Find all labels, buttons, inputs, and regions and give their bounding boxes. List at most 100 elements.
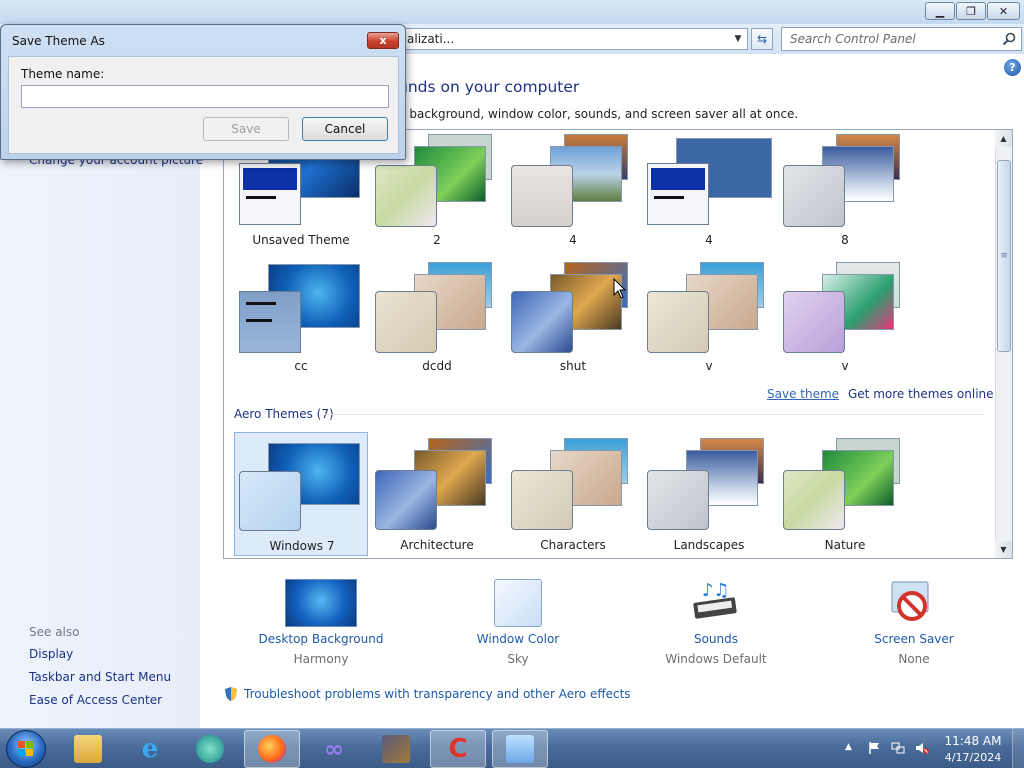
clock-date[interactable]: 4/17/2024 [940,751,1006,764]
taskbar-control-panel[interactable] [492,730,548,768]
chevron-down-icon[interactable]: ▼ [731,31,745,47]
firefox-icon [258,735,286,763]
taskbar-ccleaner[interactable]: C [430,730,486,768]
control-panel-icon [506,735,534,763]
flag-icon[interactable] [867,741,881,755]
restore-button[interactable]: ❐ [956,2,986,20]
volume-muted-icon[interactable] [915,741,929,755]
theme-label: dcdd [422,359,452,373]
theme-v-b[interactable]: v [778,258,912,382]
theme-label: Landscapes [673,538,745,552]
taskbar-chat-app[interactable] [182,730,238,768]
window-color-value: Sky [507,652,529,666]
dialog-close-button[interactable]: x [367,32,399,49]
taskbar-explorer[interactable] [60,730,116,768]
ease-of-access-link[interactable]: Ease of Access Center [29,693,162,707]
refresh-icon: ⇆ [756,32,768,46]
desktop-background-icon[interactable] [285,579,357,627]
search-placeholder: Search Control Panel [790,32,916,46]
title-bar[interactable] [0,0,1024,24]
window-color-link[interactable]: Window Color [438,632,598,646]
characters-theme-icon [375,291,437,353]
minimize-icon: ▁ [935,4,945,18]
theme-label: 4 [569,233,577,247]
theme-label: 4 [705,233,713,247]
theme-architecture[interactable]: Architecture [370,432,504,556]
save-button[interactable]: Save [203,117,289,141]
window-color-icon[interactable] [494,579,542,627]
theme-label: Characters [540,538,606,552]
theme-4b[interactable]: 4 [642,130,776,254]
refresh-button[interactable]: ⇆ [751,28,773,50]
theme-shut[interactable]: shut [506,258,640,382]
taskbar-infinity-app[interactable]: ∞ [306,730,362,768]
network-icon[interactable] [891,741,905,755]
scroll-thumb[interactable]: ≡ [997,160,1011,352]
close-icon: ✕ [998,4,1009,18]
ccleaner-icon: C [448,734,468,764]
theme-nature[interactable]: Nature [778,432,912,556]
troubleshoot-link[interactable]: Troubleshoot problems with transparency … [244,687,631,701]
architecture-theme-icon [375,470,437,530]
grip-icon: ≡ [1000,251,1008,261]
chevron-up-icon: ▲ [845,742,852,752]
theme-8[interactable]: 8 [778,130,912,254]
get-more-themes-link[interactable]: Get more themes online [848,387,994,401]
scroll-down-button[interactable]: ▼ [995,541,1012,558]
scroll-up-button[interactable]: ▲ [995,130,1012,147]
sunset-landscape-theme-icon [783,165,845,227]
dialog-body: Theme name: Save Cancel [8,56,399,154]
theme-dcdd[interactable]: dcdd [370,258,504,382]
windows7-basic-theme-icon [239,291,301,353]
save-theme-link[interactable]: Save theme [767,387,839,401]
search-icon[interactable] [1001,31,1017,47]
theme-landscapes[interactable]: Landscapes [642,432,776,556]
taskbar-archiver[interactable] [368,730,424,768]
theme-label: 8 [841,233,849,247]
theme-windows-7[interactable]: Windows 7 [234,432,368,556]
close-button[interactable]: ✕ [987,2,1020,20]
display-link[interactable]: Display [29,647,73,661]
green-abstract-theme-icon [375,165,437,227]
taskbar-start-menu-link[interactable]: Taskbar and Start Menu [29,670,171,684]
theme-label: Windows 7 [269,539,335,553]
windows-7-theme-icon [239,471,301,531]
sounds-icon[interactable]: ♪♫ [690,578,742,628]
show-desktop-button[interactable] [1012,729,1024,768]
theme-4a[interactable]: 4 [506,130,640,254]
characters-theme-icon [511,470,573,530]
theme-characters[interactable]: Characters [506,432,640,556]
theme-name-input[interactable] [21,85,389,108]
chevron-down-icon: ▼ [1000,545,1007,554]
landscape-lighthouse-theme-icon [511,165,573,227]
sounds-link[interactable]: Sounds [636,632,796,646]
theme-cc[interactable]: cc [234,258,368,382]
minimize-button[interactable]: ▁ [925,2,955,20]
cancel-button[interactable]: Cancel [302,117,388,141]
clock-time[interactable]: 11:48 AM [940,734,1006,748]
theme-v-a[interactable]: v [642,258,776,382]
screen-saver-value: None [898,652,930,666]
chevron-up-icon: ▲ [1000,134,1007,143]
archive-books-icon [382,735,410,763]
desktop-background-value: Harmony [293,652,349,666]
taskbar-firefox[interactable] [244,730,300,768]
search-input[interactable]: Search Control Panel [781,27,1022,51]
theme-name-label: Theme name: [21,67,105,81]
theme-label: v [841,359,849,373]
start-button[interactable] [6,730,46,768]
screen-saver-icon[interactable] [888,578,938,628]
desktop-background-link[interactable]: Desktop Background [241,632,401,646]
page-description: p background, window color, sounds, and … [398,107,799,121]
theme-label: Nature [824,538,866,552]
save-theme-dialog: Save Theme As x Theme name: Save Cancel [0,24,406,160]
taskbar-internet-explorer[interactable]: e [122,730,178,768]
show-hidden-icons-button[interactable]: ▲ [845,742,852,752]
solid-blue-basic-theme-icon [647,163,709,225]
address-text: alizati... [407,32,455,46]
windows-logo-icon [18,741,33,756]
address-bar[interactable]: alizati... ▼ [400,28,748,50]
basic-window-theme-icon [239,163,301,225]
help-icon[interactable]: ? [1004,59,1021,76]
screen-saver-link[interactable]: Screen Saver [834,632,994,646]
